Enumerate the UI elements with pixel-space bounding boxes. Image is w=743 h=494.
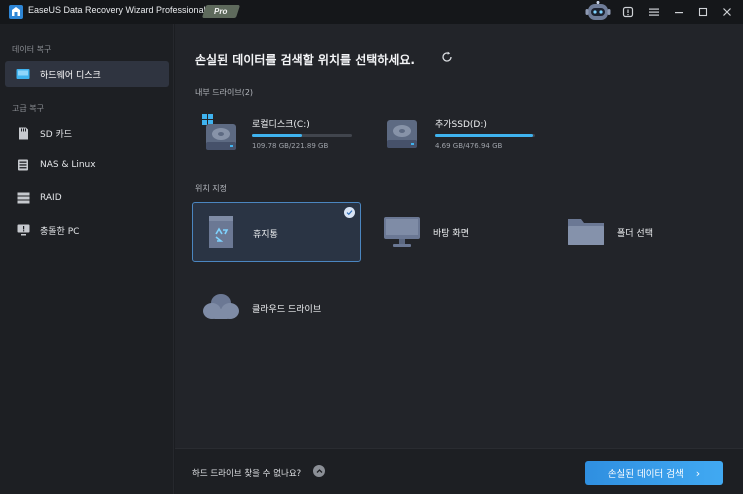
- drive-size: 4.69 GB/476.94 GB: [435, 142, 503, 150]
- location-folder[interactable]: 폴더 선택: [557, 202, 726, 262]
- sidebar-item-label: 하드웨어 디스크: [40, 70, 101, 81]
- sidebar-item-label: 충돌한 PC: [40, 226, 80, 237]
- nas-icon: [16, 159, 30, 171]
- robot-assistant-icon[interactable]: [585, 1, 611, 23]
- location-recycle-bin[interactable]: 휴지통: [192, 202, 361, 262]
- sidebar-item-raid[interactable]: RAID: [5, 185, 169, 211]
- internal-drives-label: 내부 드라이브(2): [195, 88, 254, 97]
- drive-icon: [387, 120, 417, 148]
- windows-drive-icon: [202, 114, 236, 150]
- scan-button-label: 손실된 데이터 검색: [607, 469, 684, 480]
- refresh-icon[interactable]: [441, 51, 453, 63]
- pro-badge: Pro: [201, 5, 241, 18]
- sidebar-item-nas-linux[interactable]: NAS & Linux: [5, 152, 169, 178]
- cloud-icon: [203, 294, 239, 319]
- folder-icon: [568, 219, 604, 245]
- selected-check-icon: [344, 207, 355, 218]
- sidebar: 데이터 복구 하드웨어 디스크 고급 복구 SD 카드 NAS & Linux: [0, 24, 174, 494]
- pro-badge-label: Pro: [214, 7, 228, 16]
- page-title: 손실된 데이터를 검색할 위치를 선택하세요.: [195, 53, 415, 67]
- location-label-text: 클라우드 드라이브: [252, 305, 322, 315]
- sidebar-item-label: SD 카드: [40, 129, 73, 140]
- footer-bar: 하드 드라이브 찾을 수 없나요? 손실된 데이터 검색 ›: [175, 448, 743, 494]
- drive-not-found-link[interactable]: 하드 드라이브 찾을 수 없나요?: [192, 467, 301, 479]
- drive-usage-bar: [435, 134, 535, 137]
- drive-c[interactable]: 로컬디스크(C:) 109.78 GB/221.89 GB: [202, 114, 362, 158]
- main-panel: 손실된 데이터를 검색할 위치를 선택하세요. 내부 드라이브(2) 로컬디스크…: [175, 24, 743, 494]
- chevron-right-icon: ›: [695, 466, 701, 480]
- location-cloud-drive[interactable]: 클라우드 드라이브: [192, 278, 361, 338]
- drive-usage-bar: [252, 134, 352, 137]
- location-label: 위치 지정: [195, 184, 227, 193]
- maximize-icon[interactable]: [695, 4, 711, 20]
- location-label-text: 바탕 화면: [433, 229, 469, 239]
- hard-disk-icon: [16, 68, 30, 80]
- close-icon[interactable]: [719, 4, 735, 20]
- notification-icon[interactable]: [620, 4, 636, 20]
- sidebar-section-advanced: 고급 복구: [12, 104, 44, 113]
- drive-name: 로컬디스크(C:): [252, 120, 310, 130]
- drive-usage-fill: [435, 134, 533, 137]
- sidebar-section-data-recovery: 데이터 복구: [12, 45, 52, 54]
- minimize-icon[interactable]: [671, 4, 687, 20]
- sd-card-icon: [16, 127, 30, 139]
- desktop-monitor-icon: [384, 217, 420, 247]
- app-logo-icon: [9, 5, 23, 19]
- app-title: EaseUS Data Recovery Wizard Professional: [28, 5, 206, 15]
- drive-d[interactable]: 추가SSD(D:) 4.69 GB/476.94 GB: [385, 114, 545, 158]
- raid-icon: [16, 192, 30, 204]
- title-bar: EaseUS Data Recovery Wizard Professional…: [0, 0, 743, 24]
- location-desktop[interactable]: 바탕 화면: [373, 202, 542, 262]
- scan-lost-data-button[interactable]: 손실된 데이터 검색 ›: [585, 461, 723, 485]
- sidebar-item-sd-card[interactable]: SD 카드: [5, 120, 169, 146]
- chevron-up-icon[interactable]: [313, 465, 325, 477]
- sidebar-item-label: NAS & Linux: [40, 160, 96, 170]
- drive-usage-fill: [252, 134, 302, 137]
- sidebar-item-crashed-pc[interactable]: 충돌한 PC: [5, 217, 169, 243]
- menu-icon[interactable]: [646, 4, 662, 20]
- sidebar-item-hard-disk[interactable]: 하드웨어 디스크: [5, 61, 169, 87]
- crashed-pc-icon: [16, 224, 30, 236]
- drive-name: 추가SSD(D:): [435, 120, 487, 130]
- drive-size: 109.78 GB/221.89 GB: [252, 142, 329, 150]
- location-label-text: 폴더 선택: [617, 229, 653, 239]
- sidebar-item-label: RAID: [40, 193, 62, 203]
- app-window: EaseUS Data Recovery Wizard Professional…: [0, 0, 743, 494]
- location-label-text: 휴지통: [253, 230, 278, 240]
- recycle-bin-icon: [209, 216, 233, 248]
